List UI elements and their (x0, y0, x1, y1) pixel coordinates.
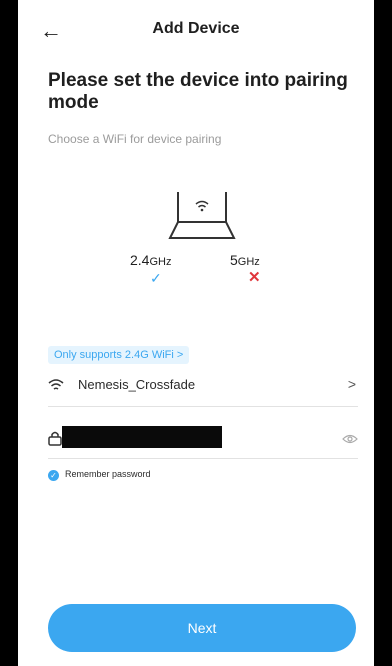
wifi-network-row[interactable]: Nemesis_Crossfade > (48, 372, 358, 406)
lock-icon (48, 431, 62, 446)
band-5ghz-label: 5GHz (230, 252, 260, 268)
wifi-network-name: Nemesis_Crossfade (78, 377, 196, 392)
remember-password-label: Remember password (65, 469, 151, 479)
pairing-heading: Please set the device into pairing mode (48, 70, 348, 113)
pairing-subtitle: Choose a WiFi for device pairing (48, 132, 222, 146)
password-row (48, 424, 358, 454)
check-icon: ✓ (150, 270, 162, 286)
band-2-4ghz-label: 2.4GHz (130, 252, 172, 268)
wifi-support-badge[interactable]: Only supports 2.4G WiFi > (48, 346, 190, 364)
top-bar: ← Add Device (18, 0, 374, 64)
password-field[interactable] (62, 426, 222, 448)
cross-icon: ✕ (248, 269, 261, 286)
divider (48, 458, 358, 459)
checkbox-checked-icon[interactable]: ✓ (48, 470, 59, 481)
wifi-icon (48, 379, 64, 390)
phone-screen: ← Add Device Please set the device into … (18, 0, 374, 666)
router-icon (168, 192, 236, 239)
chevron-right-icon[interactable]: > (348, 376, 356, 392)
next-button[interactable]: Next (48, 604, 356, 652)
eye-icon[interactable] (342, 433, 358, 445)
divider (48, 406, 358, 407)
page-title: Add Device (152, 20, 240, 37)
